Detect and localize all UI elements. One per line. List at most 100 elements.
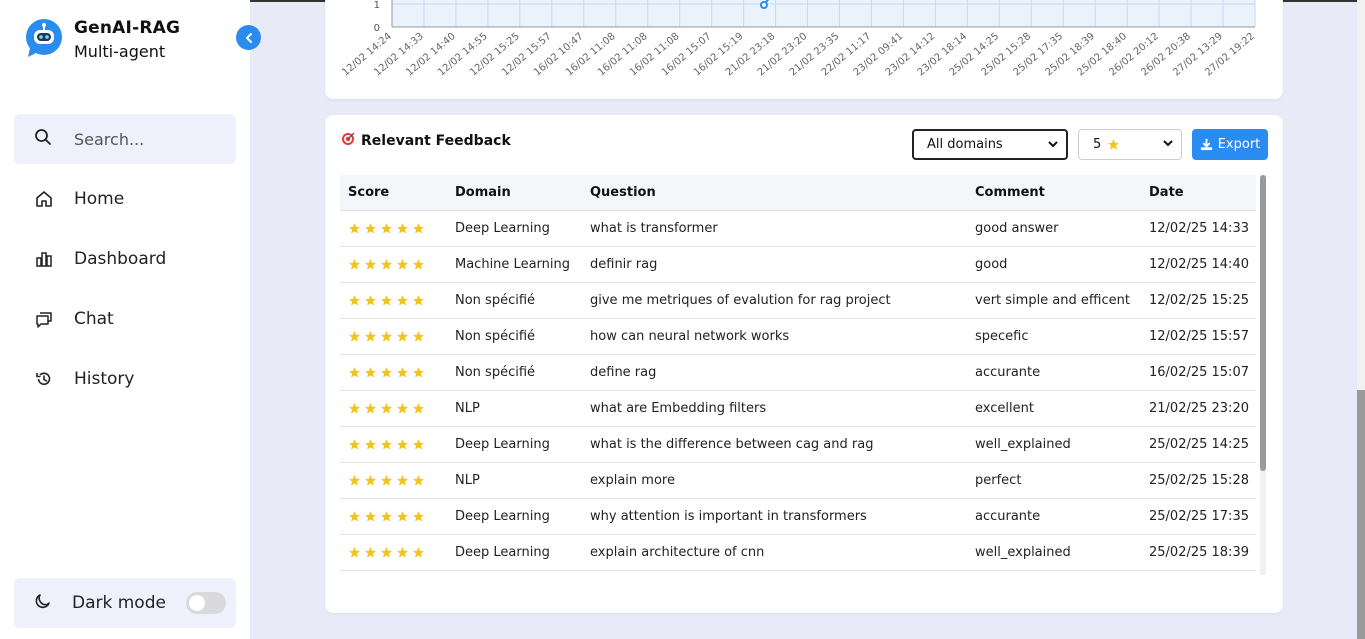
star-rating <box>348 402 447 415</box>
star-rating <box>348 510 447 523</box>
comment-cell: excellent <box>967 390 1141 427</box>
date-cell: 25/02/25 18:39 <box>1141 534 1256 571</box>
comment-cell: accurante <box>967 498 1141 535</box>
nav-item-dashboard[interactable]: Dashboard <box>34 244 166 274</box>
page-scrollbar-thumb[interactable] <box>1357 390 1365 639</box>
export-button[interactable]: Export <box>1192 129 1268 160</box>
domain-filter-value: All domains <box>927 137 1003 152</box>
moon-icon <box>34 592 52 614</box>
feedback-header: Relevant Feedback <box>341 131 511 150</box>
score-cell <box>340 534 447 571</box>
chevron-down-icon <box>1046 137 1060 155</box>
sidebar: GenAI-RAG Multi-agent Home Dashboard Cha… <box>0 0 250 639</box>
search-icon <box>34 128 52 150</box>
question-cell: what are Embedding filters <box>582 390 967 427</box>
domain-cell: Deep Learning <box>447 210 582 247</box>
search-box[interactable] <box>14 114 236 164</box>
star-icon <box>364 438 377 451</box>
y-tick-label: 0 <box>374 23 380 34</box>
collapse-sidebar-button[interactable] <box>236 25 261 50</box>
star-icon <box>380 366 393 379</box>
star-rating <box>348 474 447 487</box>
star-icon <box>348 258 361 271</box>
star-icon <box>396 546 409 559</box>
star-icon <box>348 294 361 307</box>
dark-mode-label: Dark mode <box>72 593 166 613</box>
domain-cell: Deep Learning <box>447 426 582 463</box>
export-label: Export <box>1217 137 1261 152</box>
comment-cell: perfect <box>967 462 1141 499</box>
star-icon <box>348 402 361 415</box>
score-cell <box>340 210 447 247</box>
star-icon <box>396 438 409 451</box>
star-icon <box>364 258 377 271</box>
brand-title: GenAI-RAG <box>74 18 181 38</box>
table-row: Non spécifié how can neural network works… <box>340 318 1256 355</box>
dark-mode-toggle[interactable] <box>186 592 226 614</box>
rating-filter-value: 5 <box>1093 137 1102 152</box>
robot-logo-icon <box>24 18 64 58</box>
star-icon <box>412 330 425 343</box>
star-icon <box>364 330 377 343</box>
table-scrollbar-thumb[interactable] <box>1260 175 1266 471</box>
nav-item-history[interactable]: History <box>34 364 134 394</box>
star-rating <box>348 366 447 379</box>
star-icon <box>348 366 361 379</box>
line-chart: 1012/02 14:2412/02 14:3312/02 14:4012/02… <box>340 0 1257 78</box>
table-scrollbar[interactable] <box>1260 175 1266 575</box>
feedback-title: Relevant Feedback <box>361 132 511 149</box>
star-icon <box>380 474 393 487</box>
question-cell: definir rag <box>582 246 967 283</box>
score-cell <box>340 318 447 355</box>
star-icon <box>348 330 361 343</box>
home-icon <box>34 189 54 209</box>
question-cell: explain architecture of cnn <box>582 534 967 571</box>
column-header-date: Date <box>1141 175 1256 211</box>
feedback-table-wrap: Score Domain Question Comment Date Deep … <box>340 175 1256 575</box>
search-input[interactable] <box>74 129 224 149</box>
rating-filter-select[interactable]: 5 <box>1078 129 1182 160</box>
star-icon <box>380 258 393 271</box>
table-row: Machine Learning definir rag good 12/02/25 … <box>340 246 1256 283</box>
question-cell: what is the difference between cag and r… <box>582 426 967 463</box>
score-cell <box>340 462 447 499</box>
star-icon <box>364 402 377 415</box>
star-icon <box>348 546 361 559</box>
table-row: Deep Learning what is the difference betw… <box>340 426 1256 463</box>
download-icon <box>1200 138 1213 151</box>
table-row: NLP what are Embedding filters excellent 21… <box>340 390 1256 427</box>
nav-label-dashboard: Dashboard <box>74 249 167 269</box>
table-row: Deep Learning explain architecture of cnn… <box>340 534 1256 571</box>
score-cell <box>340 354 447 391</box>
score-cell <box>340 390 447 427</box>
bar-chart-icon <box>34 249 54 269</box>
star-icon <box>380 510 393 523</box>
column-header-question: Question <box>582 175 967 211</box>
date-cell: 12/02/25 15:25 <box>1141 282 1256 319</box>
date-cell: 25/02/25 17:35 <box>1141 498 1256 535</box>
nav-item-chat[interactable]: Chat <box>34 304 114 334</box>
date-cell: 12/02/25 14:40 <box>1141 246 1256 283</box>
table-row: Deep Learning what is transformer good ans… <box>340 210 1256 247</box>
domain-cell: NLP <box>447 390 582 427</box>
table-row: NLP explain more perfect 25/02/25 15:28 <box>340 462 1256 499</box>
nav-item-home[interactable]: Home <box>34 184 124 214</box>
page-scrollbar[interactable] <box>1357 0 1365 639</box>
dark-mode-row: Dark mode <box>14 578 236 628</box>
domain-cell: Deep Learning <box>447 534 582 571</box>
domain-cell: Non spécifié <box>447 282 582 319</box>
star-icon <box>348 222 361 235</box>
feedback-table: Score Domain Question Comment Date Deep … <box>340 175 1256 571</box>
comment-cell: well_explained <box>967 426 1141 463</box>
star-icon <box>380 546 393 559</box>
column-header-score: Score <box>340 175 447 211</box>
domain-filter-select[interactable]: All domains <box>912 129 1068 160</box>
chevron-left-icon <box>245 32 252 43</box>
star-icon <box>364 474 377 487</box>
date-cell: 16/02/25 15:07 <box>1141 354 1256 391</box>
star-icon <box>380 294 393 307</box>
toggle-knob <box>189 595 205 611</box>
star-rating <box>348 294 447 307</box>
table-header-row: Score Domain Question Comment Date <box>340 175 1256 211</box>
star-icon <box>396 222 409 235</box>
